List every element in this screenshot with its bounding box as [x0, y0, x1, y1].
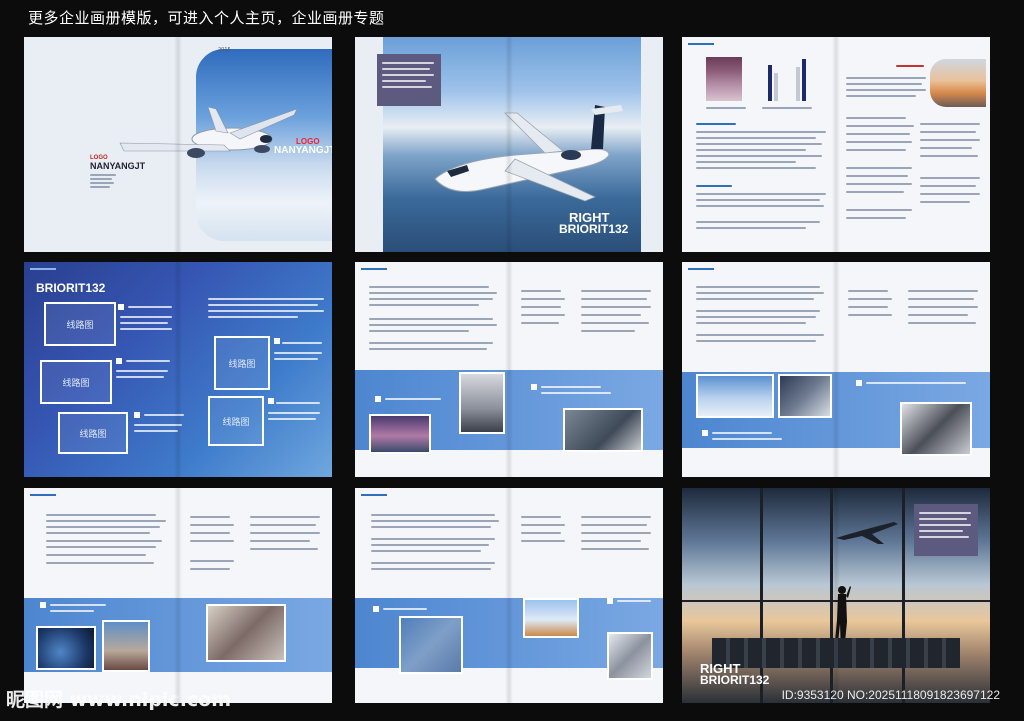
terminal-text-panel [914, 504, 978, 556]
swatch-chart [706, 57, 742, 101]
top-banner: 更多企业画册模版，可进入个人主页，企业画册专题 [0, 0, 1024, 32]
boarding-pass-photo [607, 632, 653, 680]
route-map-5: 线路图 [208, 396, 264, 446]
business-jet-icon [434, 105, 623, 202]
red-tail-plane-photo [523, 598, 579, 638]
spread-charts [682, 37, 990, 252]
spread-cover: LOGO NANYANGJT 2015 LOGO NANYANGJT [24, 37, 332, 252]
blurred-photo [399, 616, 463, 674]
routes-title: BRIORIT132 [36, 281, 106, 295]
image-id-watermark: ID:9353120 NO:20251118091823697122 [781, 688, 1000, 702]
chart-bar-3 [796, 67, 800, 101]
spread-text-photos-2 [682, 262, 990, 477]
sunset-plane-photo [930, 59, 986, 107]
airplane-illustration-icon [119, 106, 298, 158]
route-map-1: 线路图 [44, 302, 116, 346]
charts-page [682, 37, 836, 252]
spread-jet: RIGHT BRIORIT132 [355, 37, 663, 252]
sunset-page [836, 37, 990, 252]
airliner-photo [696, 374, 774, 418]
night-plane-photo [36, 626, 96, 670]
travelers-photo [102, 620, 150, 672]
route-map-2: 线路图 [40, 360, 112, 404]
airplane-silhouette-icon [836, 522, 898, 544]
spread-terminal: RIGHT BRIORIT132 [682, 488, 990, 703]
cabin-crew-photo [206, 604, 286, 662]
chart-bar-4 [802, 59, 806, 101]
spread-text-photos-4 [355, 488, 663, 703]
cover-year: 2015 [218, 47, 231, 53]
cabin-service-photo [900, 402, 972, 456]
jet-code-label: BRIORIT132 [559, 222, 629, 236]
spread-text-photos-3 [24, 488, 332, 703]
cabin-staff-photo [459, 372, 505, 434]
route-map-3: 线路图 [58, 412, 128, 454]
route-map-4: 线路图 [214, 336, 270, 390]
site-watermark: 昵图网 www.nipic.com [6, 689, 232, 711]
stewardess-photo [563, 408, 643, 452]
banner-text: 更多企业画册模版，可进入个人主页，企业画册专题 [28, 9, 385, 27]
terminal-code-label: BRIORIT132 [700, 673, 770, 687]
chart-bar-1 [768, 65, 772, 101]
spread-text-photos-1 [355, 262, 663, 477]
chart-bar-2 [774, 73, 778, 101]
sunset-runway-photo [369, 414, 431, 454]
departure-board-photo [778, 374, 832, 418]
spread-routes: BRIORIT132 线路图 线路图 线路图 线路图 线路图 [24, 262, 332, 477]
